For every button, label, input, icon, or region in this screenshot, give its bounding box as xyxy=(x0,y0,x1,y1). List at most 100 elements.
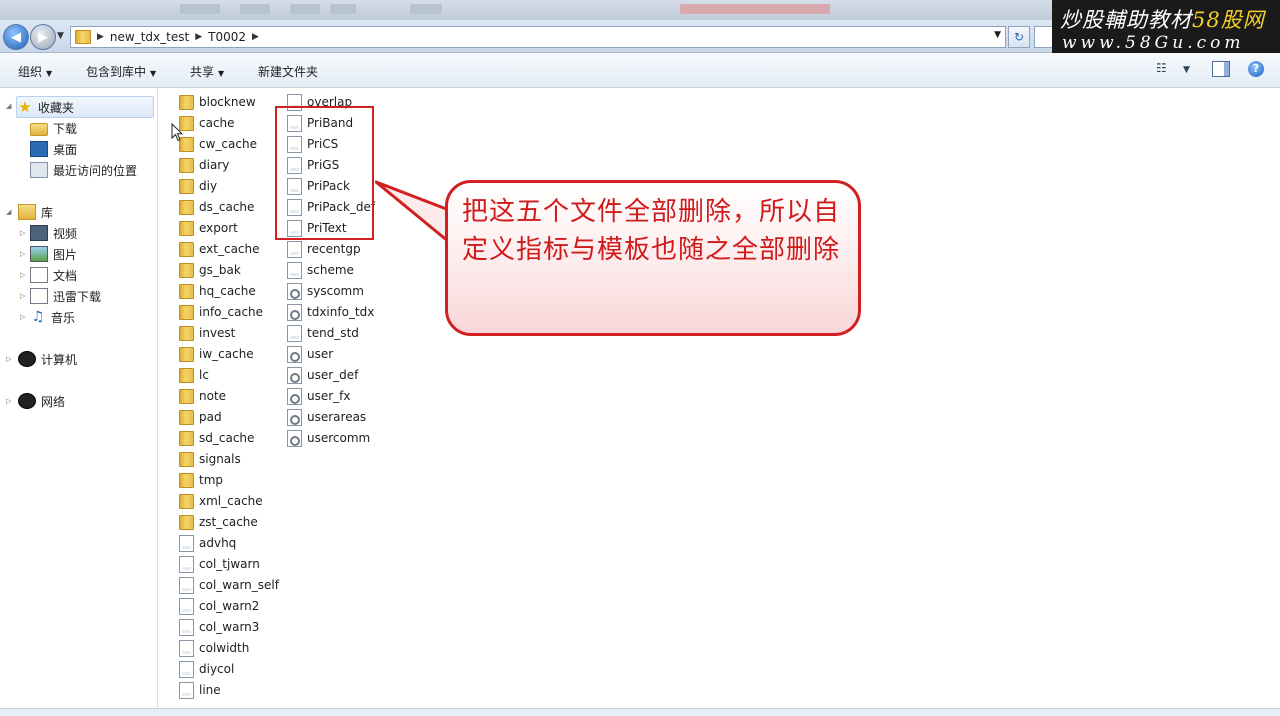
file-item[interactable]: advhq xyxy=(179,533,236,553)
expand-icon[interactable]: ▷ xyxy=(20,271,25,279)
file-item[interactable]: syscomm xyxy=(287,281,364,301)
file-item[interactable]: col_warn_self xyxy=(179,575,279,595)
file-item[interactable]: xml_cache xyxy=(179,491,263,511)
refresh-button[interactable]: ↻ xyxy=(1008,26,1030,48)
file-item[interactable]: ext_cache xyxy=(179,239,260,259)
new-folder-button[interactable]: 新建文件夹 xyxy=(258,63,318,80)
file-item[interactable]: invest xyxy=(179,323,235,343)
expand-icon[interactable]: ▷ xyxy=(6,397,11,405)
new-folder-label: 新建文件夹 xyxy=(258,65,319,79)
nav-label: 文档 xyxy=(53,268,78,283)
file-name: iw_cache xyxy=(199,347,254,361)
nav-desktop[interactable]: 桌面 xyxy=(30,139,77,159)
file-name: xml_cache xyxy=(199,494,263,508)
file-item[interactable]: export xyxy=(179,218,238,238)
file-item[interactable]: tdxinfo_tdx xyxy=(287,302,374,322)
address-input[interactable]: ▶ new_tdx_test ▶ T0002 ▶ ▼ xyxy=(70,26,1006,48)
file-item[interactable]: diycol xyxy=(179,659,234,679)
file-item[interactable]: user_def xyxy=(287,365,358,385)
expand-icon[interactable]: ▷ xyxy=(6,355,11,363)
include-in-library-button[interactable]: 包含到库中 ▼ xyxy=(86,63,156,80)
file-item[interactable]: info_cache xyxy=(179,302,263,322)
nav-downloads[interactable]: 下载 xyxy=(30,118,77,138)
collapse-icon[interactable]: ◢ xyxy=(6,208,11,216)
nav-videos[interactable]: 视频 xyxy=(30,223,77,243)
file-item[interactable]: note xyxy=(179,386,226,406)
chevron-right-icon[interactable]: ▶ xyxy=(97,32,104,42)
file-item[interactable]: usercomm xyxy=(287,428,370,448)
chevron-right-icon[interactable]: ▶ xyxy=(195,32,202,42)
file-item[interactable]: iw_cache xyxy=(179,344,254,364)
chevron-right-icon[interactable]: ▶ xyxy=(252,32,259,42)
file-item[interactable]: ds_cache xyxy=(179,197,254,217)
file-item[interactable]: tend_std xyxy=(287,323,359,343)
file-item[interactable]: user_fx xyxy=(287,386,351,406)
nav-thunder-downloads[interactable]: 迅雷下载 xyxy=(30,286,101,306)
file-icon xyxy=(179,660,194,678)
file-item[interactable]: cache xyxy=(179,113,235,133)
file-name: user_def xyxy=(307,368,359,382)
collapse-icon[interactable]: ◢ xyxy=(6,102,11,110)
file-name: userareas xyxy=(307,410,367,424)
file-name: user xyxy=(307,347,334,361)
file-item[interactable]: blocknew xyxy=(179,92,256,112)
expand-icon[interactable]: ▷ xyxy=(20,229,25,237)
nav-network[interactable]: 网络 xyxy=(18,391,65,411)
file-item[interactable]: cw_cache xyxy=(179,134,257,154)
file-item[interactable]: sd_cache xyxy=(179,428,254,448)
help-icon[interactable]: ? xyxy=(1248,61,1264,77)
file-icon xyxy=(287,261,302,279)
file-item[interactable]: pad xyxy=(179,407,222,427)
file-name: pad xyxy=(199,410,222,424)
file-item[interactable]: line xyxy=(179,680,221,700)
expand-icon[interactable]: ▷ xyxy=(20,292,25,300)
nav-pictures[interactable]: 图片 xyxy=(30,244,77,264)
file-item[interactable]: colwidth xyxy=(179,638,249,658)
nav-label: 收藏夹 xyxy=(38,100,75,115)
title-ghost xyxy=(680,4,830,14)
file-item[interactable]: hq_cache xyxy=(179,281,256,301)
expand-icon[interactable]: ▷ xyxy=(20,250,25,258)
nav-computer[interactable]: 计算机 xyxy=(18,349,77,369)
preview-pane-icon[interactable] xyxy=(1212,61,1230,77)
nav-music[interactable]: ♫ 音乐 xyxy=(30,307,75,327)
file-item[interactable]: gs_bak xyxy=(179,260,241,280)
expand-icon[interactable]: ▷ xyxy=(20,313,25,321)
file-icon xyxy=(287,240,302,258)
file-item[interactable]: recentgp xyxy=(287,239,361,259)
history-dropdown-icon[interactable]: ▼ xyxy=(57,31,64,41)
forward-button[interactable]: ▶ xyxy=(30,24,56,50)
breadcrumb: ▶ new_tdx_test ▶ T0002 ▶ xyxy=(71,30,259,44)
address-dropdown-icon[interactable]: ▼ xyxy=(994,30,1001,40)
nav-recent-places[interactable]: 最近访问的位置 xyxy=(30,160,137,180)
share-button[interactable]: 共享 ▼ xyxy=(190,63,224,80)
video-icon xyxy=(30,225,48,241)
folder-icon xyxy=(179,220,194,236)
file-item[interactable]: user xyxy=(287,344,333,364)
file-item[interactable]: tmp xyxy=(179,470,223,490)
nav-libraries[interactable]: 库 xyxy=(18,202,53,222)
view-options-icon[interactable]: ☷ xyxy=(1156,61,1167,75)
file-name: ext_cache xyxy=(199,242,260,256)
breadcrumb-item[interactable]: T0002 xyxy=(208,30,246,44)
file-item[interactable]: userareas xyxy=(287,407,366,427)
folder-icon xyxy=(179,283,194,299)
settings-file-icon xyxy=(287,282,302,300)
file-item[interactable]: diary xyxy=(179,155,229,175)
settings-file-icon xyxy=(287,303,302,321)
file-item[interactable]: col_warn2 xyxy=(179,596,259,616)
file-item[interactable]: scheme xyxy=(287,260,354,280)
view-dropdown-icon[interactable]: ▼ xyxy=(1183,65,1190,75)
file-item[interactable]: diy xyxy=(179,176,217,196)
file-item[interactable]: signals xyxy=(179,449,241,469)
file-name: colwidth xyxy=(199,641,250,655)
file-item[interactable]: col_tjwarn xyxy=(179,554,260,574)
nav-documents[interactable]: 文档 xyxy=(30,265,77,285)
file-item[interactable]: col_warn3 xyxy=(179,617,259,637)
breadcrumb-item[interactable]: new_tdx_test xyxy=(110,30,189,44)
organize-button[interactable]: 组织 ▼ xyxy=(18,63,52,80)
back-button[interactable]: ◀ xyxy=(3,24,29,50)
nav-favorites[interactable]: ★ 收藏夹 xyxy=(16,96,154,118)
file-item[interactable]: lc xyxy=(179,365,209,385)
file-item[interactable]: zst_cache xyxy=(179,512,258,532)
